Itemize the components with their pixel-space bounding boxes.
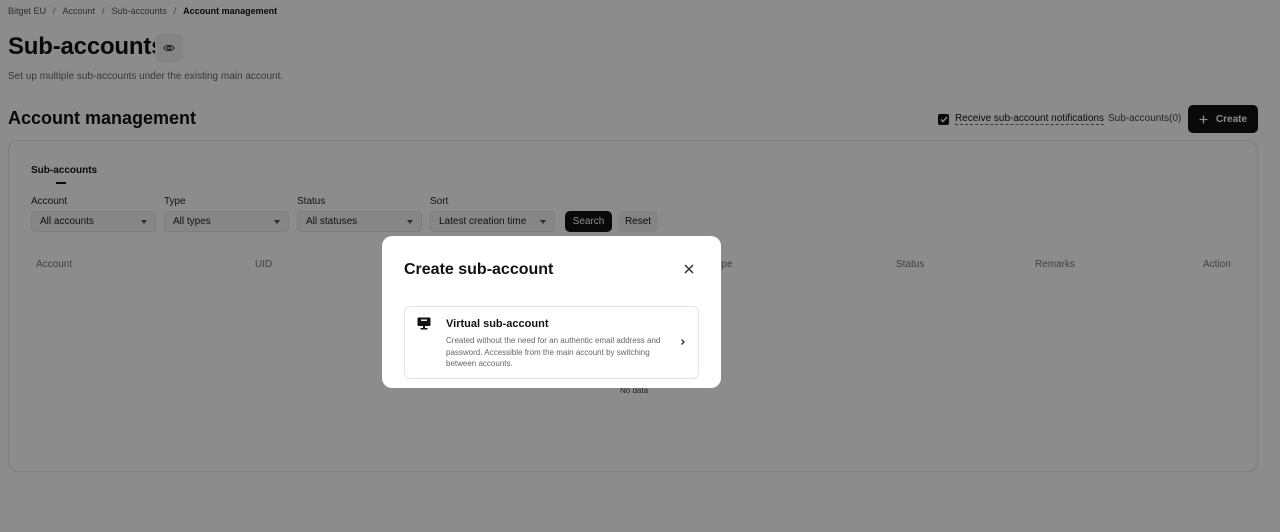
close-button[interactable] [682, 262, 696, 276]
option-title: Virtual sub-account [446, 318, 549, 330]
modal-title: Create sub-account [404, 261, 554, 278]
close-icon [684, 264, 694, 274]
page: Bitget EU / Account / Sub-accounts / Acc… [0, 0, 1280, 532]
option-virtual-sub-account[interactable]: Virtual sub-account Created without the … [404, 306, 699, 379]
chevron-right-icon [681, 339, 685, 345]
monitor-icon [417, 317, 431, 330]
option-description: Created without the need for an authenti… [446, 336, 661, 368]
create-sub-account-modal: Create sub-account Virtual sub-account C… [382, 236, 721, 388]
